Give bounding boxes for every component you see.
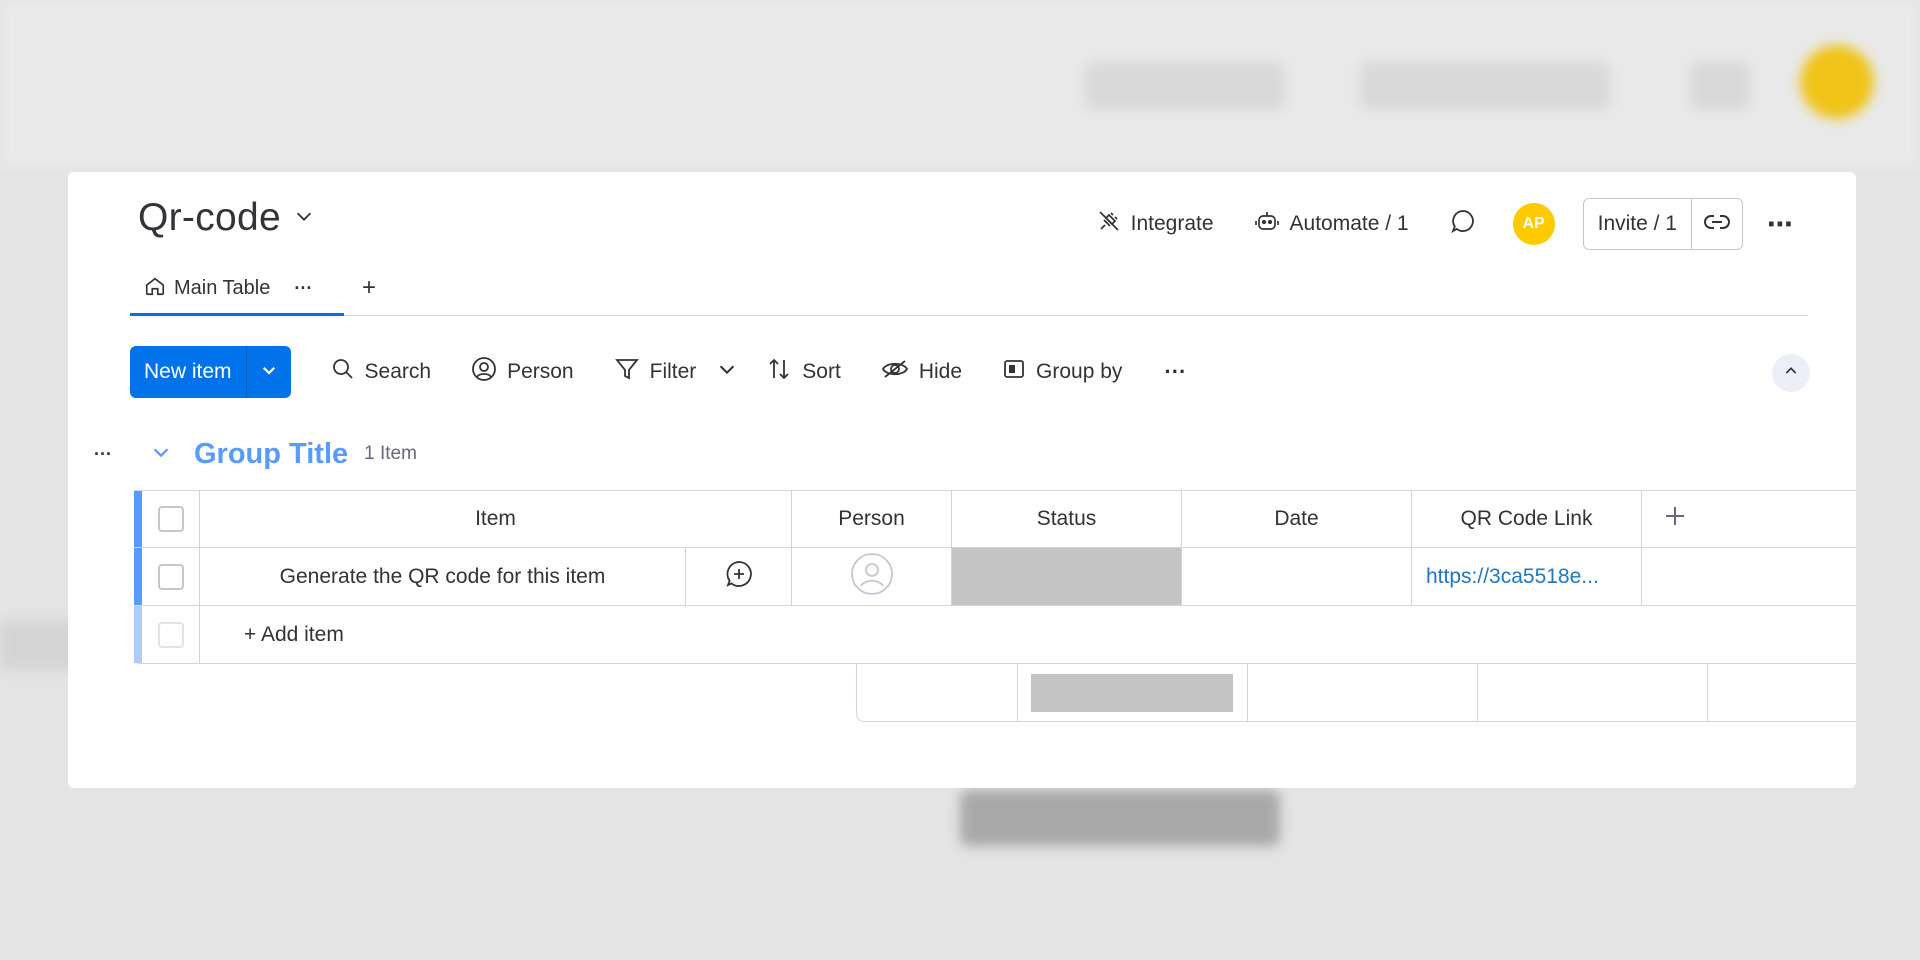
automate-button[interactable]: Automate / 1 [1254, 209, 1409, 239]
status-cell[interactable] [951, 548, 1181, 605]
add-column-button[interactable] [1641, 491, 1707, 547]
avatar[interactable]: AP [1512, 203, 1555, 245]
background-bar [960, 790, 1280, 846]
search-label: Search [364, 360, 432, 383]
summary-divider [1707, 664, 1708, 721]
column-header-date[interactable]: Date [1181, 491, 1411, 547]
hide-button[interactable]: Hide [881, 357, 962, 387]
collapse-toolbar-button[interactable] [1772, 354, 1810, 392]
search-button[interactable]: Search [331, 357, 432, 387]
view-tabs: Main Table ··· + [130, 264, 1808, 316]
sort-icon [766, 356, 792, 388]
search-icon [331, 357, 355, 387]
invite-button[interactable]: Invite / 1 [1584, 199, 1692, 249]
group-item-count: 1 Item [364, 443, 417, 464]
group-by-label: Group by [1036, 360, 1123, 383]
table-row[interactable]: Generate the QR code for this item https… [134, 548, 1856, 606]
summary-divider [1247, 664, 1248, 721]
group-title[interactable]: Group Title [194, 438, 348, 471]
chevron-down-icon[interactable] [150, 441, 172, 468]
chevron-down-icon [260, 361, 278, 384]
filter-button[interactable]: Filter [614, 356, 739, 388]
date-cell[interactable] [1181, 548, 1411, 605]
chevron-up-icon [1783, 363, 1799, 384]
funnel-icon [614, 356, 640, 388]
add-item-input[interactable]: + Add item [199, 606, 1856, 663]
board-title-row[interactable]: Qr-code [138, 196, 315, 240]
background-button [1085, 62, 1285, 110]
plug-icon [1097, 209, 1121, 239]
sort-button[interactable]: Sort [766, 356, 841, 388]
row-select-cell [142, 548, 199, 605]
group-color-bar [134, 606, 142, 663]
copy-link-button[interactable] [1692, 199, 1742, 249]
chat-bubble-icon [1449, 207, 1477, 241]
row-checkbox[interactable] [157, 563, 184, 590]
new-item-dropdown-button[interactable] [247, 346, 291, 398]
column-header-qr-code-link[interactable]: QR Code Link [1411, 491, 1641, 547]
background-button [1360, 62, 1610, 110]
chevron-down-icon[interactable] [716, 358, 738, 386]
background-button [1690, 62, 1750, 110]
select-all-checkbox[interactable] [157, 506, 184, 532]
board-toolbar: New item Search Person Filter Sort Hide … [130, 346, 1810, 398]
tab-main-table[interactable]: Main Table ··· [130, 264, 344, 316]
tab-options-icon[interactable]: ··· [294, 278, 312, 299]
header-actions: Integrate Automate / 1 AP Invite / 1 ⋯ [1057, 198, 1794, 250]
background-header [0, 0, 1920, 168]
add-item-checkbox [157, 621, 184, 648]
item-updates-cell[interactable] [685, 548, 791, 605]
integrate-button[interactable]: Integrate [1097, 209, 1214, 239]
updates-button[interactable] [1449, 207, 1477, 241]
status-summary-bar[interactable] [1031, 674, 1233, 712]
add-item-row: + Add item [134, 606, 1856, 664]
group-by-button[interactable]: Group by [1002, 357, 1122, 387]
invite-button-group: Invite / 1 [1582, 198, 1743, 250]
add-view-button[interactable]: + [362, 274, 376, 302]
integrate-label: Integrate [1130, 212, 1214, 235]
person-cell[interactable] [791, 548, 951, 605]
automate-label: Automate / 1 [1289, 212, 1409, 235]
sort-label: Sort [802, 360, 841, 383]
filter-label: Filter [649, 360, 697, 383]
link-icon [1704, 212, 1730, 237]
plus-icon [1663, 504, 1687, 534]
table-header-row: Item Person Status Date QR Code Link [134, 490, 1856, 548]
summary-row [856, 664, 1856, 722]
select-all-cell [142, 491, 199, 547]
group-color-bar [134, 491, 142, 547]
empty-cell [1641, 548, 1856, 605]
eye-off-icon [881, 357, 909, 387]
empty-person-icon [850, 552, 894, 602]
chevron-down-icon[interactable] [293, 205, 315, 232]
group-table: Item Person Status Date QR Code Link Gen… [134, 490, 1856, 722]
column-header-item[interactable]: Item [199, 491, 791, 547]
board-card: Qr-code Integrate Automate / 1 AP Invite… [68, 172, 1856, 788]
person-filter-button[interactable]: Person [471, 356, 574, 388]
person-icon [471, 356, 497, 388]
column-header-status[interactable]: Status [951, 491, 1181, 547]
qr-code-link[interactable]: https://3ca5518e... [1411, 548, 1641, 605]
group-by-icon [1002, 357, 1026, 387]
more-toolbar-options-icon[interactable]: ··· [1164, 359, 1186, 385]
summary-divider [1477, 664, 1478, 721]
group-header: ··· Group Title 1 Item [94, 434, 417, 474]
group-color-bar [134, 548, 142, 605]
person-label: Person [507, 360, 574, 383]
hide-label: Hide [918, 360, 963, 383]
new-item-button-group: New item [130, 346, 291, 398]
new-item-button[interactable]: New item [130, 346, 247, 398]
group-menu-icon[interactable]: ··· [94, 444, 150, 465]
home-icon [144, 275, 166, 303]
background-avatar [1800, 45, 1874, 119]
column-header-person[interactable]: Person [791, 491, 951, 547]
add-item-select-cell [142, 606, 199, 663]
robot-icon [1254, 209, 1280, 239]
tab-label: Main Table [174, 277, 271, 299]
summary-divider [1017, 664, 1018, 721]
item-name-cell[interactable]: Generate the QR code for this item [199, 548, 685, 605]
more-options-icon[interactable]: ⋯ [1767, 209, 1794, 240]
add-update-icon [724, 559, 754, 595]
board-title: Qr-code [138, 196, 281, 239]
